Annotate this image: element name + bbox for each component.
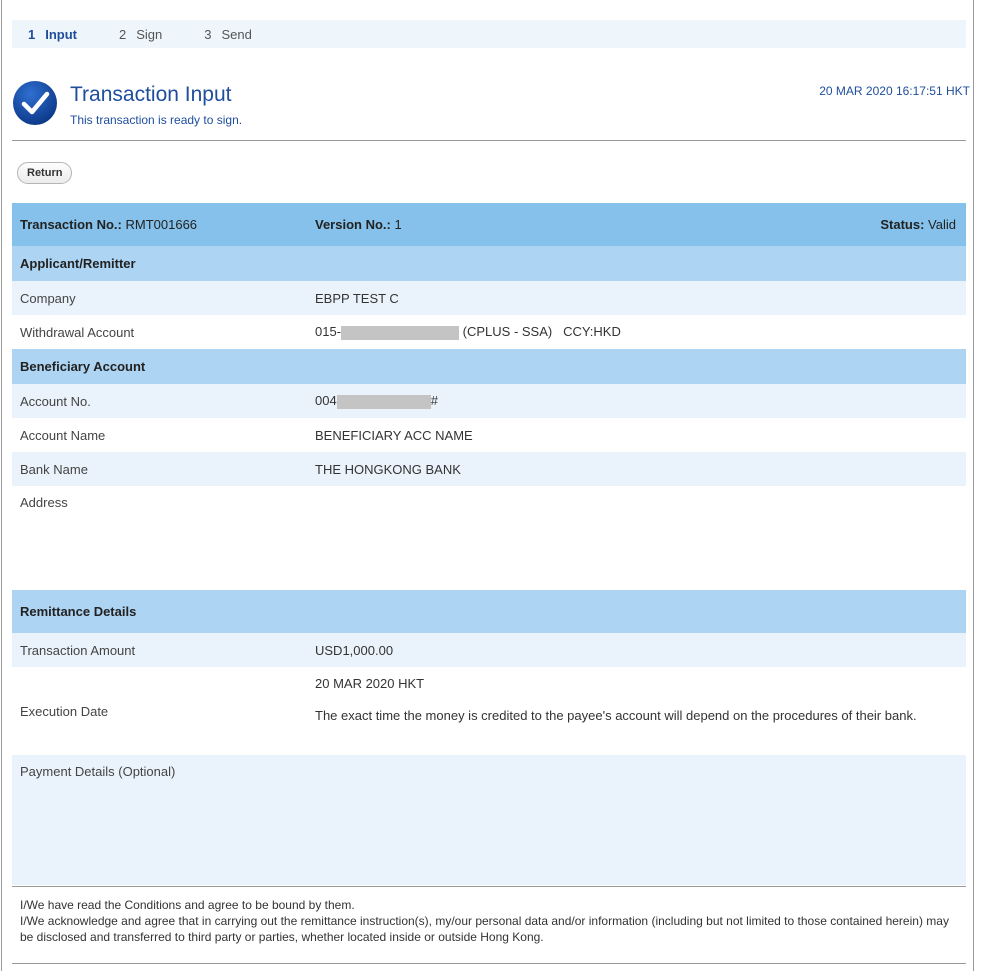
progress-steps: 1 Input 2 Sign 3 Send (12, 20, 966, 48)
field-label: Company (20, 290, 76, 306)
transaction-no-label: Transaction No.: (20, 217, 122, 232)
execution-note: The exact time the money is credited to … (315, 708, 917, 723)
transaction-panel: 1 Input 2 Sign 3 Send Transaction Input … (1, 0, 974, 971)
step-label: Send (221, 26, 252, 42)
field-value: EBPP TEST C (315, 290, 399, 306)
return-button[interactable]: Return (17, 162, 73, 184)
section-header-remittance: Remittance Details (12, 590, 966, 633)
section-title: Applicant/Remitter (20, 256, 136, 271)
table-row-withdrawal-account: Withdrawal Account 015- (CPLUS - SSA) CC… (12, 315, 966, 349)
field-value: THE HONGKONG BANK (315, 461, 461, 477)
account-suffix: (CPLUS - SSA) CCY:HKD (462, 324, 621, 340)
field-label: Bank Name (20, 461, 88, 477)
table-row-transaction-amount: Transaction Amount USD1,000.00 (12, 633, 966, 667)
version-no-label: Version No.: (315, 217, 391, 232)
page-header: Transaction Input This transaction is re… (12, 80, 970, 140)
table-row-bank-name: Bank Name THE HONGKONG BANK (12, 452, 966, 486)
table-row-account-no: Account No. 004 # (12, 384, 966, 418)
redacted-mask (341, 325, 460, 340)
divider (12, 140, 966, 141)
field-value: 004 # (315, 393, 438, 409)
terms-text: I/We have read the Conditions and agree … (20, 897, 960, 945)
step-sign: 2 Sign (119, 27, 162, 42)
field-label: Transaction Amount (20, 642, 136, 658)
table-row-company: Company EBPP TEST C (12, 281, 966, 315)
status-value: Valid (928, 217, 956, 232)
divider (12, 886, 966, 887)
check-circle-icon (13, 81, 57, 125)
terms-line: I/We acknowledge and agree that in carry… (20, 914, 949, 944)
field-label: Address (20, 495, 68, 510)
step-label: Sign (136, 26, 163, 42)
page-title: Transaction Input (70, 83, 232, 106)
step-label: Input (45, 26, 77, 42)
transaction-details-table: Transaction No.: RMT001666 Version No.: … (12, 203, 966, 885)
field-label: Account Name (20, 427, 106, 443)
account-prefix: 015- (315, 324, 342, 340)
field-value: 20 MAR 2020 HKT (315, 676, 425, 691)
field-label: Payment Details (Optional) (20, 764, 176, 779)
timestamp: 20 MAR 2020 16:17:51 HKT (819, 84, 970, 98)
section-title: Beneficiary Account (20, 359, 146, 374)
version-no: Version No.: 1 (315, 217, 402, 232)
step-number: 2 (119, 26, 127, 42)
divider (12, 963, 966, 964)
transaction-no: Transaction No.: RMT001666 (20, 217, 197, 232)
field-label: Execution Date (20, 704, 109, 719)
table-row-account-name: Account Name BENEFICIARY ACC NAME (12, 418, 966, 452)
redacted-mask (336, 394, 431, 409)
table-row-address: Address (12, 486, 966, 590)
step-number: 3 (204, 26, 212, 42)
step-send: 3 Send (204, 27, 252, 42)
transaction-no-value: RMT001666 (125, 217, 198, 232)
page-subtitle: This transaction is ready to sign. (70, 113, 243, 127)
version-no-value: 1 (394, 217, 402, 232)
account-prefix: 004 (315, 393, 337, 409)
field-value: USD1,000.00 (315, 642, 394, 658)
status: Status: Valid (880, 217, 956, 232)
terms-line: I/We have read the Conditions and agree … (20, 898, 355, 912)
status-label: Status: (880, 217, 925, 232)
field-label: Account No. (20, 393, 91, 409)
field-label: Withdrawal Account (20, 324, 135, 340)
field-value: BENEFICIARY ACC NAME (315, 427, 473, 443)
section-title: Remittance Details (20, 604, 137, 619)
account-suffix: # (430, 393, 438, 409)
section-header-beneficiary: Beneficiary Account (12, 349, 966, 384)
transaction-summary-row: Transaction No.: RMT001666 Version No.: … (12, 203, 966, 246)
step-number: 1 (28, 26, 36, 42)
table-row-execution-date: Execution Date 20 MAR 2020 HKT The exact… (12, 667, 966, 755)
step-input: 1 Input (28, 27, 77, 42)
table-row-payment-details: Payment Details (Optional) (12, 755, 966, 885)
section-header-applicant: Applicant/Remitter (12, 246, 966, 281)
field-value: 015- (CPLUS - SSA) CCY:HKD (315, 324, 621, 340)
